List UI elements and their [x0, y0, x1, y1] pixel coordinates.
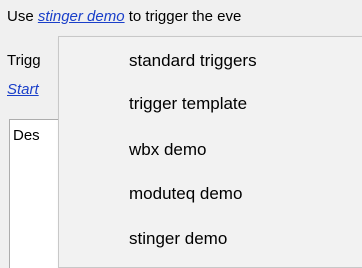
description-label: Des [13, 127, 40, 144]
window: Use stinger demo to trigger the eve Trig… [0, 0, 362, 268]
menu-item-moduteq-demo[interactable]: moduteq demo [129, 183, 242, 205]
menu-item-standard-triggers[interactable]: standard triggers [129, 50, 257, 72]
menu-item-wbx-demo[interactable]: wbx demo [129, 139, 206, 161]
instruction-line: Use stinger demo to trigger the eve [7, 8, 241, 26]
menu-item-trigger-template[interactable]: trigger template [129, 93, 247, 115]
instruction-suffix: to trigger the eve [128, 8, 242, 25]
context-menu: standard triggers trigger template wbx d… [58, 36, 362, 268]
instruction-prefix: Use [7, 8, 34, 25]
start-link[interactable]: Start [7, 81, 39, 99]
demo-link[interactable]: stinger demo [38, 8, 125, 25]
trigger-label: Trigg [7, 52, 41, 69]
menu-item-stinger-demo[interactable]: stinger demo [129, 228, 227, 250]
